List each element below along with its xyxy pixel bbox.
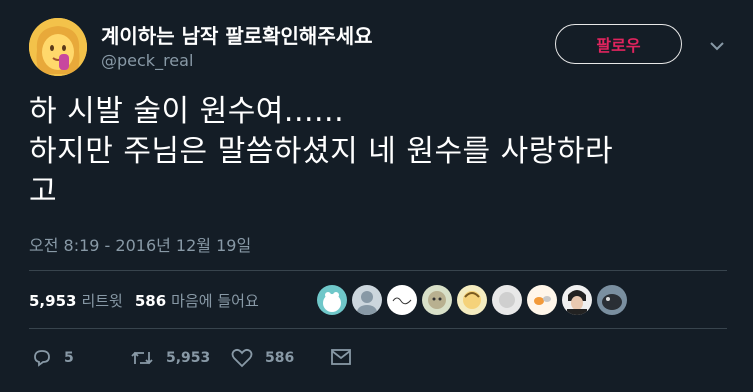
follow-button[interactable]: 팔로우 [555, 24, 682, 64]
likes-count: 586 [134, 292, 167, 310]
display-name[interactable]: 계이하는 남작 팔로확인해주세요 [101, 20, 373, 49]
liker-avatar[interactable] [562, 285, 592, 315]
reply-icon [34, 350, 50, 367]
likers-avatars [317, 285, 632, 315]
retweets-label: 리트윗 [81, 292, 123, 310]
likes-label: 마음에 들어요 [171, 292, 259, 310]
retweet-button[interactable]: 5,953 [130, 348, 210, 368]
follow-button-label: 팔로우 [596, 36, 641, 55]
liker-avatar[interactable] [527, 285, 557, 315]
liker-avatar[interactable] [317, 285, 347, 315]
heart-icon [231, 348, 253, 368]
user-handle[interactable]: @peck_real [101, 51, 193, 70]
retweet-count: 5,953 [166, 350, 211, 366]
liker-avatar[interactable] [597, 285, 627, 315]
liker-avatar[interactable] [387, 285, 417, 315]
envelope-icon [331, 349, 351, 365]
divider [29, 328, 727, 329]
user-avatar[interactable] [29, 18, 87, 76]
like-count: 586 [265, 350, 295, 366]
chevron-down-icon[interactable] [709, 40, 725, 52]
liker-avatar[interactable] [422, 285, 452, 315]
tweet-line: 하 시발 술이 원수여...... [29, 94, 345, 129]
retweet-icon [131, 351, 153, 365]
tweet-line: 하지만 주님은 말씀하셨지 네 원수를 사랑하라 [29, 134, 614, 169]
liker-avatar[interactable] [492, 285, 522, 315]
reply-button[interactable]: 5 [32, 348, 74, 368]
liker-avatar[interactable] [352, 285, 382, 315]
like-button[interactable]: 586 [231, 348, 294, 368]
retweets-count: 5,953 [29, 292, 77, 310]
liker-avatar[interactable] [457, 285, 487, 315]
reply-count: 5 [64, 350, 74, 366]
likes-stat[interactable]: 586 마음에 들어요 [135, 290, 259, 311]
tweet-text: 하 시발 술이 원수여...... 하지만 주님은 말씀하셨지 네 원수를 사랑… [29, 92, 729, 212]
direct-message-button[interactable] [330, 348, 352, 366]
emoji-face-avatar-icon [29, 18, 87, 76]
divider [29, 270, 727, 271]
tweet-timestamp[interactable]: 오전 8:19 - 2016년 12월 19일 [29, 232, 251, 256]
retweets-stat[interactable]: 5,953 리트윗 [29, 290, 123, 311]
tweet-line: 고 [29, 174, 58, 209]
tweet-stats: 5,953 리트윗 586 마음에 들어요 [29, 290, 259, 311]
